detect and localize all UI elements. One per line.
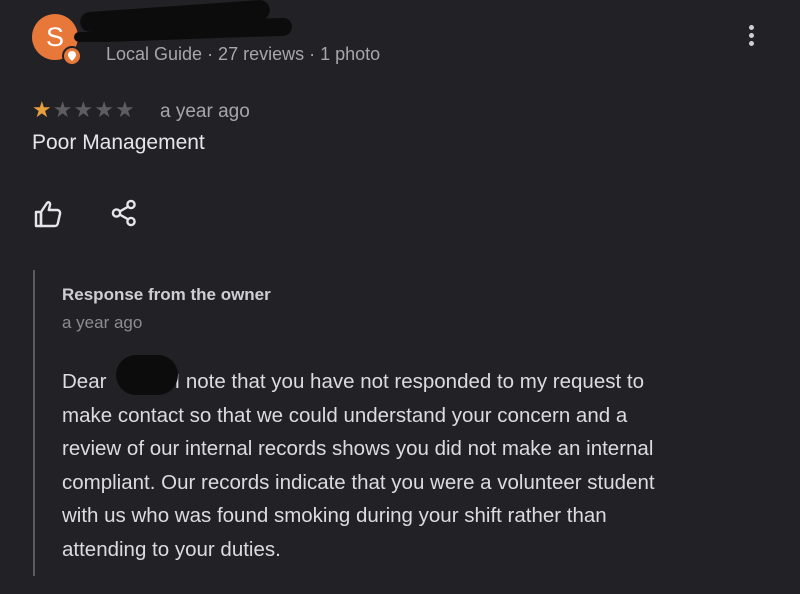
owner-response-line-rest: I note that you have not responded to my… [174, 370, 644, 393]
owner-response-line: review of our internal records shows you… [62, 437, 654, 461]
star-empty-icon: ★ [114, 97, 135, 122]
star-empty-icon: ★ [52, 97, 73, 122]
redacted-name [116, 355, 178, 395]
owner-response-line: make contact so that we could understand… [62, 403, 628, 427]
share-button[interactable] [108, 197, 140, 229]
review-text: Poor Management [32, 131, 205, 154]
avatar-letter: S [45, 22, 64, 52]
owner-response-text: Dear I note that you have not responded t… [62, 365, 762, 567]
review-time: a year ago [160, 101, 250, 122]
more-options-button[interactable] [740, 22, 764, 50]
owner-response-line: attending to your duties. [62, 537, 281, 561]
more-vert-icon [749, 25, 754, 30]
owner-response-heading: Response from the owner [62, 285, 271, 304]
more-vert-icon [749, 33, 754, 38]
review-card: S Local Guide · 27 reviews · 1 photo ★ ★ ★… [0, 0, 800, 594]
share-icon [111, 199, 136, 227]
star-empty-icon: ★ [94, 97, 114, 122]
owner-response-line: with us who was found smoking during you… [62, 504, 607, 528]
reviewer-meta[interactable]: Local Guide · 27 reviews · 1 photo [106, 44, 380, 65]
thumb-up-icon [34, 201, 62, 228]
redacted-name [74, 32, 104, 42]
local-guide-badge-icon [62, 46, 82, 66]
owner-response-time: a year ago [62, 313, 143, 332]
star-filled-icon: ★ [32, 97, 52, 122]
owner-response-greeting: Dear [62, 370, 107, 393]
more-vert-icon [749, 41, 754, 46]
star-empty-icon: ★ [73, 97, 94, 122]
star-rating: ★ ★ ★ ★ ★ [32, 98, 135, 122]
like-button[interactable] [32, 198, 64, 230]
owner-response-line: compliant. Our records indicate that you… [62, 470, 655, 494]
